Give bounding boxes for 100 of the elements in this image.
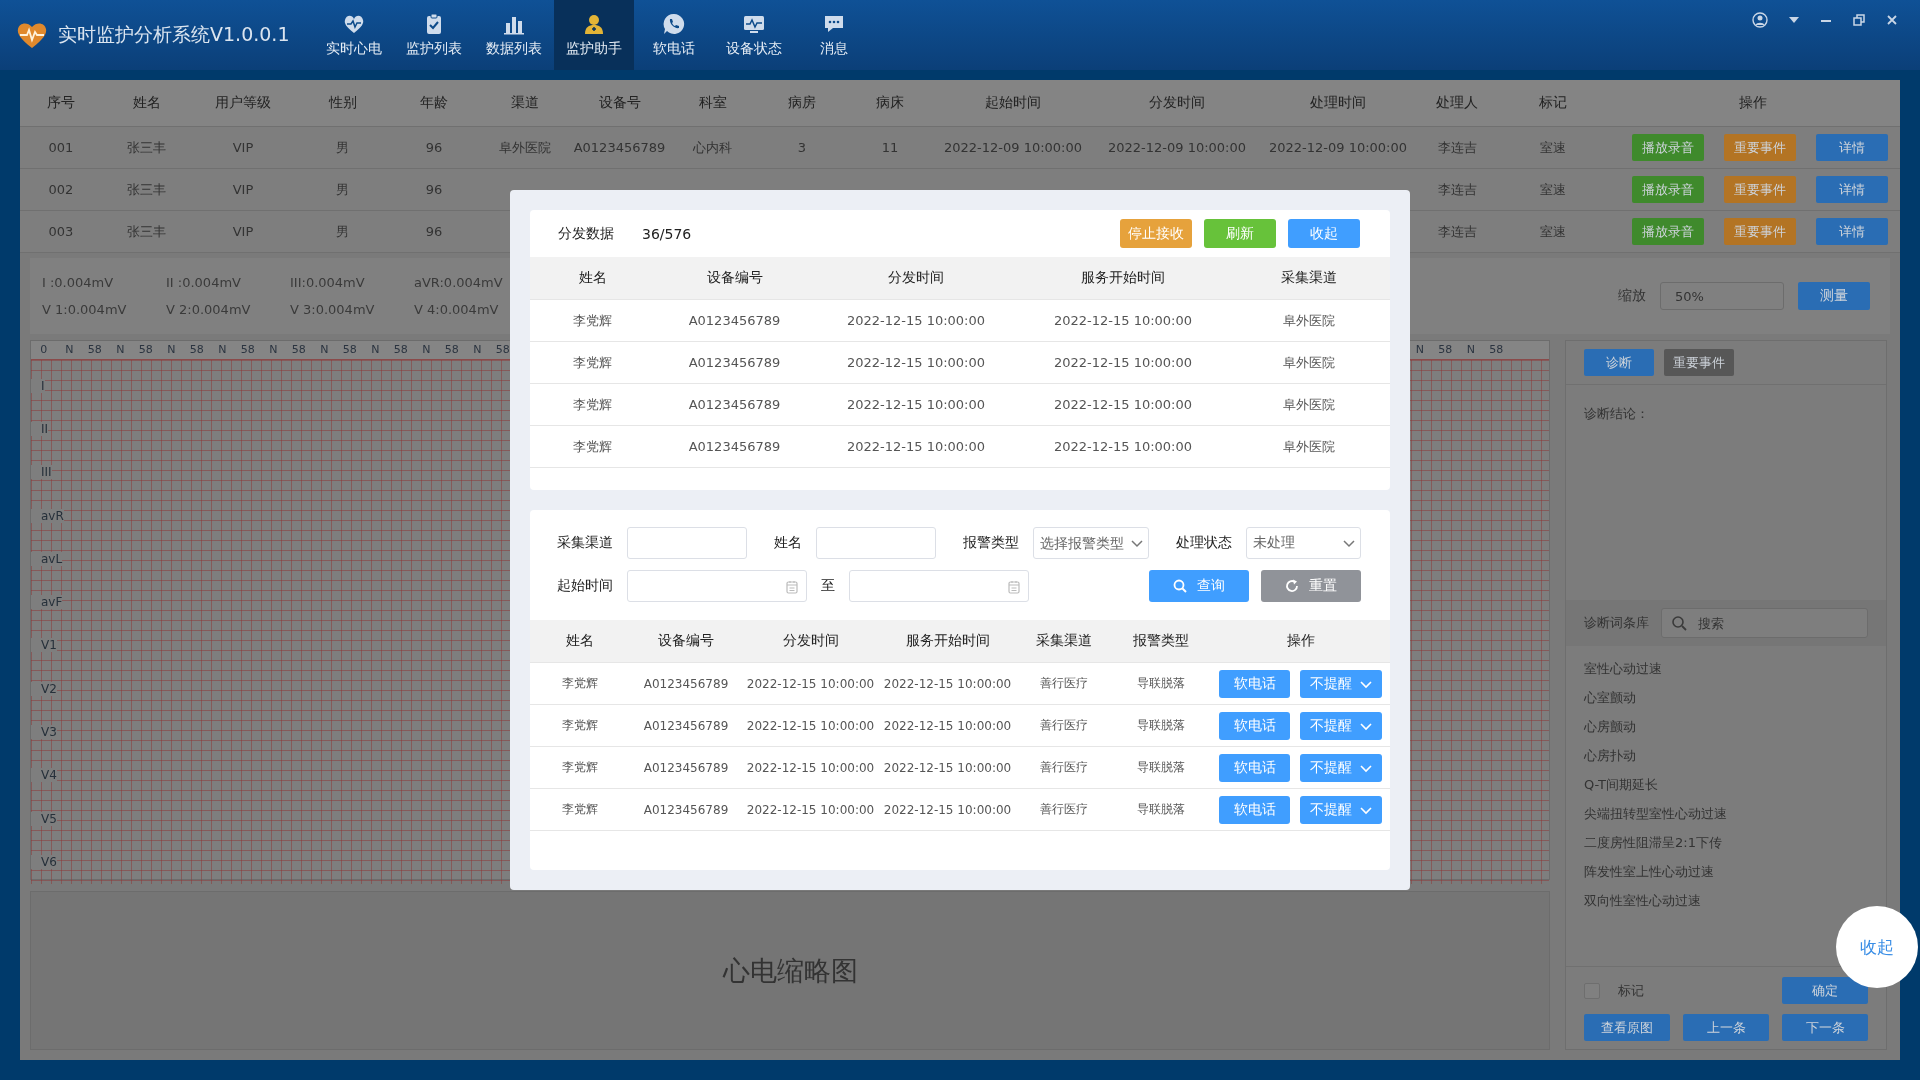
call-button[interactable]: 软电话 bbox=[1219, 711, 1290, 740]
column-header: 姓名 bbox=[565, 632, 595, 650]
table-cell-text: 善行医疗 bbox=[1038, 675, 1089, 692]
nav-tab[interactable]: 设备状态 bbox=[714, 0, 794, 70]
table-cell-text: 李党辉 bbox=[561, 801, 599, 818]
measure-button[interactable]: 测量 bbox=[1798, 282, 1870, 310]
header-button[interactable]: 收起 bbox=[1288, 219, 1360, 248]
table-cell-text: 001 bbox=[47, 140, 75, 155]
table-cell-text: 2022-12-15 10:00:00 bbox=[882, 718, 1013, 733]
header-button[interactable]: 停止接收 bbox=[1120, 219, 1192, 248]
remind-dropdown[interactable]: 不提醒 bbox=[1300, 795, 1382, 824]
diagnosis-term[interactable]: 尖端扭转型室性心动过速 bbox=[1584, 799, 1868, 828]
ruler-label: 58 bbox=[239, 342, 256, 358]
ruler-label: 58 bbox=[1488, 342, 1505, 358]
call-button[interactable]: 软电话 bbox=[1219, 795, 1290, 824]
search-field[interactable]: 搜索 bbox=[1661, 608, 1868, 638]
action-button[interactable]: 播放录音 bbox=[1632, 134, 1704, 161]
table-cell-text: 室速 bbox=[1539, 138, 1567, 157]
action-button[interactable]: 详情 bbox=[1816, 134, 1888, 161]
reset-button[interactable]: 重置 bbox=[1261, 569, 1361, 602]
table-cell-text: 11 bbox=[880, 140, 900, 155]
table-cell-text: 003 bbox=[47, 224, 75, 239]
action-button[interactable]: 重要事件 bbox=[1724, 134, 1796, 161]
table-cell-text: 2022-12-15 10:00:00 bbox=[882, 676, 1013, 691]
nav-button[interactable]: 下一条 bbox=[1782, 1014, 1868, 1041]
date-field[interactable] bbox=[849, 569, 1029, 602]
ruler-label: N bbox=[472, 342, 483, 358]
confirm-button[interactable]: 确定 bbox=[1782, 977, 1868, 1004]
zoom-field[interactable]: 50% bbox=[1660, 282, 1784, 310]
action-button[interactable]: 详情 bbox=[1816, 176, 1888, 203]
date-field[interactable] bbox=[627, 569, 807, 602]
lead-label: V3 bbox=[31, 725, 57, 739]
column-header: 分发时间 bbox=[1148, 94, 1206, 112]
remind-dropdown[interactable]: 不提醒 bbox=[1300, 711, 1382, 740]
action-button[interactable]: 详情 bbox=[1816, 218, 1888, 245]
action-button[interactable]: 重要事件 bbox=[1724, 176, 1796, 203]
remind-dropdown[interactable]: 不提醒 bbox=[1300, 669, 1382, 698]
diagnosis-tab[interactable]: 重要事件 bbox=[1664, 349, 1734, 376]
column-header: 年龄 bbox=[419, 94, 449, 112]
diagnosis-term[interactable]: 阵发性室上性心动过速 bbox=[1584, 857, 1868, 886]
ruler-label: N bbox=[319, 342, 330, 358]
select-field[interactable]: 选择报警类型 bbox=[1033, 526, 1149, 559]
diagnosis-term[interactable]: 室性心动过速 bbox=[1584, 654, 1868, 683]
lead-label: II bbox=[31, 421, 49, 436]
header-button[interactable]: 刷新 bbox=[1204, 219, 1276, 248]
column-header: 用户等级 bbox=[214, 94, 272, 112]
column-header: 处理时间 bbox=[1309, 94, 1367, 112]
user-icon[interactable] bbox=[1752, 12, 1768, 28]
nav-button[interactable]: 查看原图 bbox=[1584, 1014, 1670, 1041]
select-field[interactable]: 未处理 bbox=[1245, 526, 1361, 559]
table-cell-text: 李党辉 bbox=[572, 311, 613, 330]
nav-tab[interactable]: 消息 bbox=[794, 0, 874, 70]
chevron-icon bbox=[1360, 804, 1372, 815]
lead-value: V 1:0.004mV bbox=[42, 302, 128, 317]
action-button[interactable]: 播放录音 bbox=[1632, 218, 1704, 245]
table-cell-text: 李连吉 bbox=[1436, 222, 1478, 241]
table-cell-text: 李连吉 bbox=[1436, 138, 1478, 157]
table-cell-text: 2022-12-09 10:00:00 bbox=[1106, 140, 1248, 155]
action-button[interactable]: 重要事件 bbox=[1724, 218, 1796, 245]
diagnosis-term[interactable]: 心房扑动 bbox=[1584, 741, 1868, 770]
lead-label: V6 bbox=[31, 854, 57, 869]
table-cell-text: 2022-12-15 10:00:00 bbox=[1052, 313, 1194, 328]
table-cell-text: 2022-12-09 10:00:00 bbox=[1267, 140, 1409, 155]
lead-value: V 3:0.004mV bbox=[290, 302, 376, 317]
nav-tab[interactable]: 软电话 bbox=[634, 0, 714, 70]
remind-dropdown[interactable]: 不提醒 bbox=[1300, 753, 1382, 782]
table-cell-text: 男 bbox=[335, 138, 350, 157]
search-button[interactable]: 查询 bbox=[1149, 569, 1249, 602]
diagnosis-term[interactable]: 二度房性阻滞呈2:1下传 bbox=[1584, 828, 1868, 857]
diagnosis-tab[interactable]: 诊断 bbox=[1584, 349, 1654, 376]
table-cell-text: 男 bbox=[335, 180, 350, 199]
ruler-label: 58 bbox=[1437, 342, 1454, 358]
input-field[interactable] bbox=[816, 526, 936, 559]
field-label: 起始时间 bbox=[557, 576, 613, 595]
table-cell-text: 李党辉 bbox=[572, 437, 613, 456]
column-header: 序号 bbox=[46, 94, 76, 112]
column-header: 分发时间 bbox=[887, 269, 945, 287]
ruler-label: N bbox=[64, 342, 75, 358]
caret-icon[interactable] bbox=[1789, 17, 1799, 23]
restore-icon[interactable] bbox=[1853, 14, 1865, 26]
nav-tab[interactable]: 监护列表 bbox=[394, 0, 474, 70]
chevron-icon bbox=[1360, 720, 1372, 731]
action-button[interactable]: 播放录音 bbox=[1632, 176, 1704, 203]
input-field[interactable] bbox=[627, 526, 747, 559]
call-button[interactable]: 软电话 bbox=[1219, 753, 1290, 782]
logo-icon bbox=[16, 21, 48, 49]
nav-tab[interactable]: 数据列表 bbox=[474, 0, 554, 70]
lead-label: avR bbox=[31, 508, 64, 523]
diagnosis-term[interactable]: 心房颤动 bbox=[1584, 712, 1868, 741]
table-cell-text: 张三丰 bbox=[126, 180, 167, 199]
column-header: 分发时间 bbox=[781, 632, 840, 650]
close-icon[interactable] bbox=[1886, 14, 1898, 26]
nav-button[interactable]: 上一条 bbox=[1683, 1014, 1769, 1041]
table-cell-text: 2022-12-15 10:00:00 bbox=[745, 802, 876, 817]
diagnosis-term[interactable]: 心室颤动 bbox=[1584, 683, 1868, 712]
call-button[interactable]: 软电话 bbox=[1219, 669, 1290, 698]
diagnosis-term[interactable]: Q-T间期延长 bbox=[1584, 770, 1868, 799]
calendar-icon bbox=[786, 579, 798, 594]
nav-tab[interactable]: 监护助手 bbox=[554, 0, 634, 70]
nav-tab[interactable]: 实时心电 bbox=[314, 0, 394, 70]
